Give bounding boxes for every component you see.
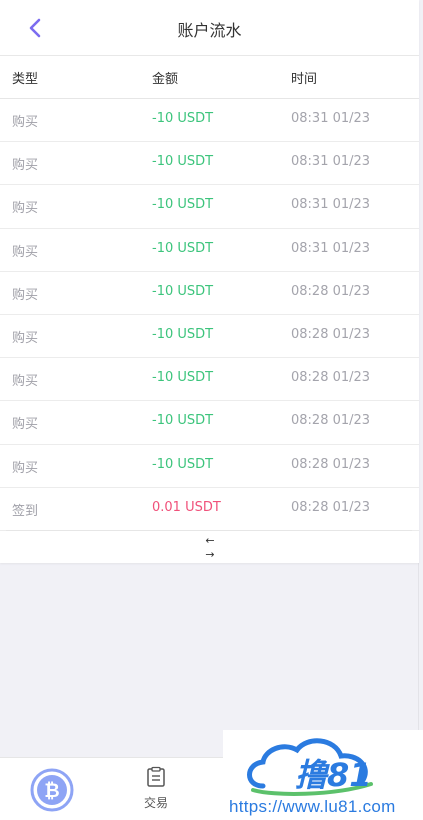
lu81-logo: 撸81 (247, 738, 373, 796)
row-type: 购买 (12, 201, 39, 217)
table-row: 购买 -10 USDT 08:28 01/23 (0, 358, 419, 402)
row-time: 08:28 01/23 (291, 456, 371, 472)
pagination: ← → (6, 530, 412, 563)
row-type: 签到 (12, 503, 39, 519)
page-title: 账户流水 (177, 21, 242, 40)
row-amount: 0.01 USDT (152, 499, 221, 515)
column-header-type: 类型 (12, 72, 39, 87)
svg-text:撸81: 撸81 (295, 756, 372, 794)
table-row: 购买 -10 USDT 08:31 01/23 (0, 142, 419, 186)
ledger-rows: 购买 -10 USDT 08:31 01/23 购买 -10 USDT 08:31 01/… (0, 99, 419, 531)
column-header-time: 时间 (291, 72, 318, 87)
row-time: 08:28 01/23 (291, 370, 371, 386)
column-header-amount: 金额 (152, 72, 179, 87)
row-type: 购买 (12, 330, 39, 346)
row-amount: -10 USDT (152, 240, 214, 256)
next-page-arrow[interactable]: → (202, 549, 218, 561)
svg-text:₿: ₿ (44, 780, 59, 802)
table-row: 购买 -10 USDT 08:28 01/23 (0, 401, 419, 445)
row-time: 08:31 01/23 (291, 240, 371, 256)
table-row: 签到 0.01 USDT 08:28 01/23 (0, 488, 419, 531)
watermark-url[interactable]: https://www.lu81.com (229, 797, 396, 817)
row-amount: -10 USDT (152, 283, 214, 299)
row-amount: -10 USDT (152, 326, 214, 342)
table-header: 类型 金额 时间 (0, 56, 419, 99)
row-amount: -10 USDT (152, 456, 214, 472)
row-time: 08:31 01/23 (291, 111, 371, 126)
row-time: 08:28 01/23 (291, 499, 371, 515)
row-type: 购买 (12, 115, 39, 130)
tab-trade-label: 交易 (143, 796, 168, 810)
row-type: 购买 (12, 244, 39, 260)
row-time: 08:28 01/23 (291, 326, 371, 342)
row-type: 购买 (12, 374, 39, 390)
table-row: 购买 -10 USDT 08:28 01/23 (0, 272, 419, 315)
table-row: 购买 -10 USDT 08:31 01/23 (0, 99, 419, 143)
row-amount: -10 USDT (152, 111, 214, 126)
row-amount: -10 USDT (152, 413, 214, 429)
table-row: 购买 -10 USDT 08:31 01/23 (0, 229, 419, 272)
bitcoin-icon: ₿ (30, 768, 74, 812)
row-type: 购买 (12, 158, 39, 174)
table-row: 购买 -10 USDT 08:28 01/23 (0, 445, 419, 488)
prev-page-arrow[interactable]: ← (202, 535, 218, 547)
tab-home-coin[interactable]: ₿ (30, 768, 74, 812)
table-row: 购买 -10 USDT 08:28 01/23 (0, 315, 419, 359)
row-amount: -10 USDT (152, 370, 214, 386)
tab-trade[interactable]: 交易 (128, 766, 184, 814)
row-amount: -10 USDT (152, 154, 214, 170)
row-type: 购买 (12, 460, 39, 476)
row-time: 08:31 01/23 (291, 197, 371, 213)
row-time: 08:28 01/23 (291, 283, 371, 299)
pager-arrows[interactable]: ← → (202, 535, 218, 561)
watermark: 撸81 https://www.lu81.com (223, 730, 423, 820)
row-time: 08:31 01/23 (291, 154, 371, 170)
table-row: 购买 -10 USDT 08:31 01/23 (0, 185, 419, 229)
account-ledger-page: 账户流水 类型 金额 时间 购买 -10 USDT 08:31 01/23 购买 -10… (0, 0, 419, 820)
header: 账户流水 (0, 0, 419, 56)
row-amount: -10 USDT (152, 197, 214, 213)
ledger-panel: 账户流水 类型 金额 时间 购买 -10 USDT 08:31 01/23 购买 -10… (0, 0, 419, 563)
row-type: 购买 (12, 417, 39, 433)
clipboard-list-icon (147, 766, 165, 787)
row-type: 购买 (12, 287, 39, 303)
row-time: 08:28 01/23 (291, 413, 371, 429)
